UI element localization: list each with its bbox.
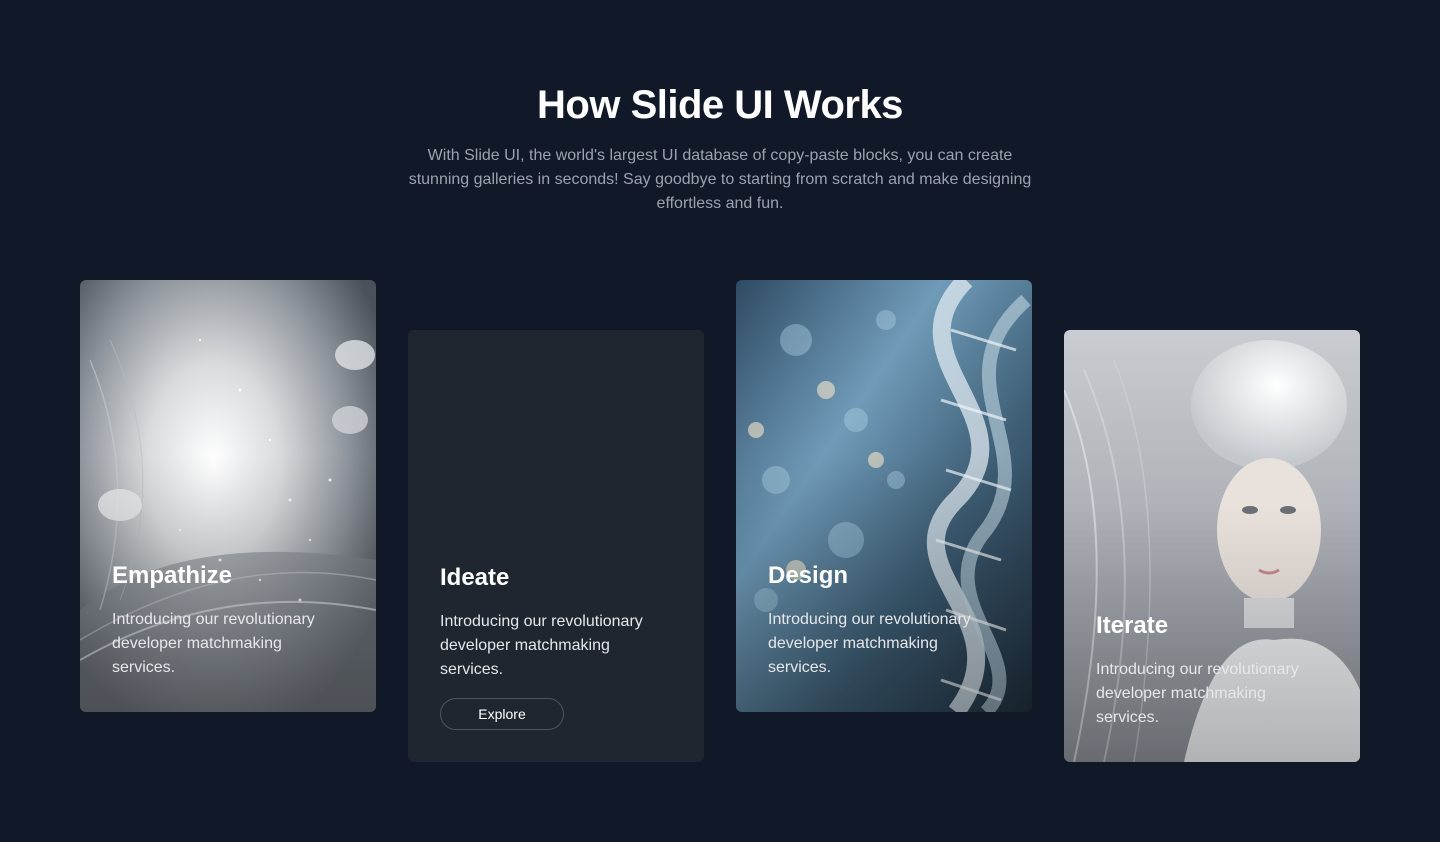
card-design[interactable]: Design Introducing our revolutionary dev…: [736, 280, 1032, 712]
section-title: How Slide UI Works: [537, 83, 903, 127]
card-iterate[interactable]: Iterate Introducing our revolutionary de…: [1064, 330, 1360, 762]
explore-button[interactable]: Explore: [440, 698, 564, 730]
card-title: Ideate: [440, 564, 510, 591]
card-description: Introducing our revolutionary developer …: [1096, 661, 1299, 726]
card-content: Iterate Introducing our revolutionary de…: [1096, 610, 1336, 730]
card-content: Empathize Introducing our revolutionary …: [112, 560, 352, 680]
card-description: Introducing our revolutionary developer …: [112, 611, 315, 676]
card-title: Empathize: [112, 562, 233, 589]
card-content: Ideate Introducing our revolutionary dev…: [440, 562, 680, 730]
card-description: Introducing our revolutionary developer …: [440, 613, 643, 678]
card-title: Iterate: [1096, 612, 1169, 639]
card-ideate[interactable]: Ideate Introducing our revolutionary dev…: [408, 330, 704, 762]
card-content: Design Introducing our revolutionary dev…: [768, 560, 1008, 680]
how-it-works-section: How Slide UI Works With Slide UI, the wo…: [0, 0, 1440, 842]
section-subtitle: With Slide UI, the world's largest UI da…: [408, 147, 1032, 212]
card-empathize[interactable]: Empathize Introducing our revolutionary …: [80, 280, 376, 712]
card-title: Design: [768, 562, 849, 589]
card-description: Introducing our revolutionary developer …: [768, 611, 971, 676]
